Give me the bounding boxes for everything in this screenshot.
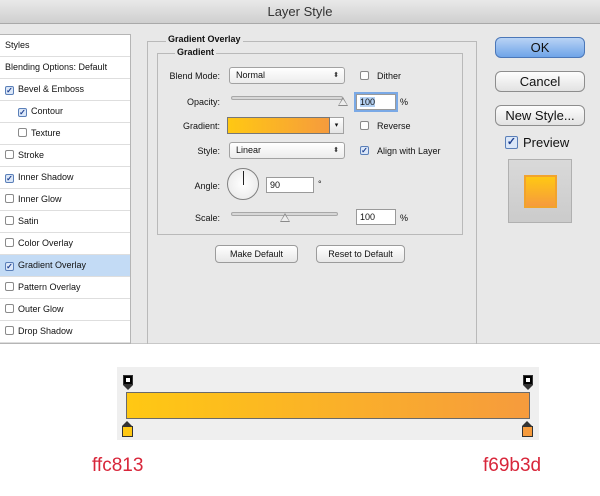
scale-label: Scale:: [194, 213, 220, 223]
sidebar-item[interactable]: Drop Shadow: [0, 321, 130, 343]
reset-to-default-button[interactable]: Reset to Default: [316, 245, 405, 263]
sidebar-item[interactable]: ✓ Inner Shadow: [0, 167, 130, 189]
blend-mode-value: Normal: [236, 70, 266, 80]
gradient-label: Gradient:: [182, 121, 220, 131]
opacity-slider-thumb[interactable]: [338, 97, 348, 106]
preview-checkbox[interactable]: ✓: [505, 136, 518, 149]
group-title: Gradient: [175, 47, 217, 57]
sidebar-item[interactable]: ✓ Contour: [0, 101, 130, 123]
updown-arrow-icon: ⬍: [333, 147, 339, 154]
dither-label: Dither: [377, 71, 402, 81]
sidebar-checkbox[interactable]: ✓: [5, 262, 14, 271]
sidebar-checkbox[interactable]: ✓: [5, 86, 14, 95]
sidebar-checkbox[interactable]: ✓: [5, 174, 14, 183]
scale-slider-thumb[interactable]: [279, 213, 290, 222]
dither-checkbox[interactable]: [360, 71, 369, 80]
sidebar-item-label: Blending Options: Default: [5, 62, 108, 72]
opacity-stop-right[interactable]: [523, 375, 533, 390]
sidebar-item-label: Inner Shadow: [18, 172, 74, 182]
make-default-button[interactable]: Make Default: [215, 245, 298, 263]
angle-unit: °: [318, 179, 322, 189]
updown-arrow-icon: ⬍: [333, 72, 339, 79]
scale-input[interactable]: 100: [356, 209, 396, 225]
ok-button[interactable]: OK: [495, 37, 585, 58]
preview-label: Preview: [523, 135, 570, 150]
sidebar-item-label: Color Overlay: [18, 238, 74, 248]
style-value: Linear: [236, 145, 262, 155]
new-style-button[interactable]: New Style...: [495, 105, 585, 126]
sidebar-item-label: Contour: [31, 106, 64, 116]
sidebar-item[interactable]: Satin: [0, 211, 130, 233]
sidebar-checkbox[interactable]: [5, 194, 14, 203]
sidebar-item[interactable]: Texture: [0, 123, 130, 145]
sidebar-item[interactable]: ✓ Gradient Overlay: [0, 255, 130, 277]
sidebar-checkbox[interactable]: [5, 238, 14, 247]
sidebar-item[interactable]: Blending Options: Default: [0, 57, 130, 79]
sidebar-item-label: Bevel & Emboss: [18, 84, 85, 94]
sidebar-item[interactable]: Inner Glow: [0, 189, 130, 211]
opacity-label: Opacity:: [186, 97, 220, 107]
chevron-down-icon: ▾: [334, 122, 339, 129]
opacity-stop-left[interactable]: [123, 375, 133, 390]
sidebar-item-label: Styles: [5, 40, 30, 50]
scale-unit: %: [400, 213, 409, 223]
start-color-label: ffc813: [92, 455, 144, 476]
styles-sidebar: Styles Blending Options: Default ✓ Bevel & …: [0, 34, 131, 344]
sidebar-item-label: Pattern Overlay: [18, 282, 81, 292]
sidebar-checkbox[interactable]: [18, 128, 27, 137]
sidebar-item-label: Drop Shadow: [18, 326, 73, 336]
sidebar-item-label: Gradient Overlay: [18, 260, 87, 270]
sidebar-item[interactable]: Outer Glow: [0, 299, 130, 321]
blend-mode-label: Blend Mode:: [169, 71, 220, 81]
angle-label: Angle:: [194, 181, 220, 191]
style-preview: [508, 159, 572, 223]
sidebar-item[interactable]: ✓ Bevel & Emboss: [0, 79, 130, 101]
sidebar-checkbox[interactable]: [5, 216, 14, 225]
panel-title: Gradient Overlay: [166, 34, 243, 44]
reverse-label: Reverse: [377, 121, 411, 131]
end-color-label: f69b3d: [483, 455, 542, 476]
sidebar-item[interactable]: Pattern Overlay: [0, 277, 130, 299]
sidebar-checkbox[interactable]: [5, 304, 14, 313]
color-stop-left[interactable]: [122, 421, 133, 438]
sidebar-checkbox[interactable]: [5, 326, 14, 335]
sidebar-item-label: Texture: [31, 128, 61, 138]
angle-dial[interactable]: [227, 168, 259, 200]
sidebar-item[interactable]: Color Overlay: [0, 233, 130, 255]
sidebar-checkbox[interactable]: ✓: [18, 108, 27, 117]
sidebar-item-label: Inner Glow: [18, 194, 62, 204]
sidebar-item-label: Satin: [18, 216, 39, 226]
gradient-swatch[interactable]: [227, 117, 330, 134]
align-with-layer-checkbox[interactable]: ✓: [360, 146, 369, 155]
sidebar-item[interactable]: Stroke: [0, 145, 130, 167]
window-title: Layer Style: [0, 0, 600, 24]
sidebar-item-label: Stroke: [18, 150, 45, 160]
gradient-bar[interactable]: [126, 392, 530, 419]
style-select[interactable]: Linear ⬍: [229, 142, 345, 159]
sidebar-item-label: Outer Glow: [18, 304, 64, 314]
align-with-layer-label: Align with Layer: [377, 146, 441, 156]
sidebar-checkbox[interactable]: [5, 282, 14, 291]
preview-swatch: [524, 175, 557, 208]
opacity-input[interactable]: 100: [354, 92, 398, 112]
opacity-slider[interactable]: [231, 96, 343, 100]
gradient-dropdown[interactable]: ▾: [330, 117, 344, 134]
layer-style-dialog: Layer Style Styles Blending Options: Defa…: [0, 0, 600, 344]
angle-input[interactable]: 90: [266, 177, 314, 193]
color-stop-right[interactable]: [522, 421, 533, 438]
style-label: Style:: [197, 146, 220, 156]
opacity-unit: %: [400, 97, 409, 107]
cancel-button[interactable]: Cancel: [495, 71, 585, 92]
sidebar-item[interactable]: Styles: [0, 35, 130, 57]
reverse-checkbox[interactable]: [360, 121, 369, 130]
sidebar-checkbox[interactable]: [5, 150, 14, 159]
blend-mode-select[interactable]: Normal ⬍: [229, 67, 345, 84]
